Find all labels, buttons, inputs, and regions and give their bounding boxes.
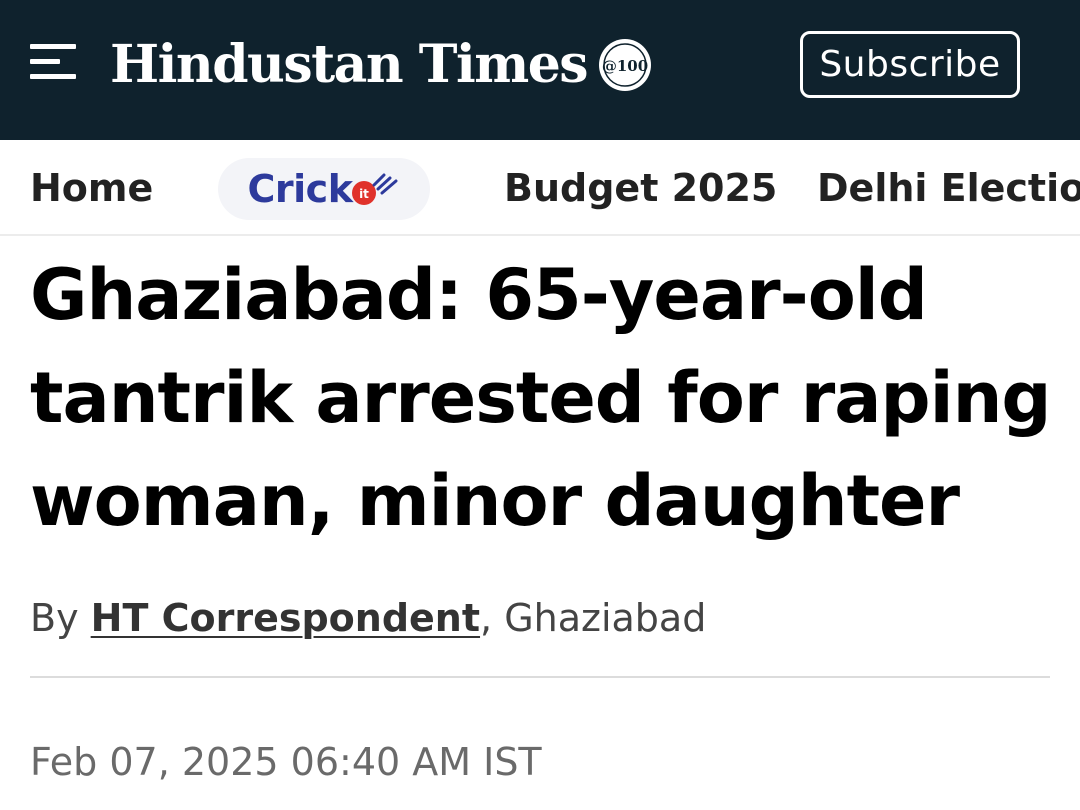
svg-text:it: it bbox=[360, 187, 370, 201]
byline-divider bbox=[30, 676, 1050, 678]
site-header: Hindustan Times @100 Subscribe bbox=[0, 0, 1080, 140]
subscribe-button[interactable]: Subscribe bbox=[800, 31, 1020, 98]
seal-text: @100 bbox=[602, 57, 648, 75]
site-logo[interactable]: Hindustan Times @100 bbox=[110, 30, 653, 100]
logo-text: Hindustan Times bbox=[110, 34, 589, 95]
cricket-ball-icon: it bbox=[352, 173, 398, 205]
nav-item-delhi-election[interactable]: Delhi Election bbox=[817, 140, 1080, 234]
byline-prefix: By bbox=[30, 596, 79, 640]
nav-item-budget-2025[interactable]: Budget 2025 bbox=[504, 140, 777, 234]
byline-location: , Ghaziabad bbox=[480, 596, 707, 640]
hamburger-menu-icon[interactable] bbox=[30, 44, 78, 80]
article-datetime: Feb 07, 2025 06:40 AM IST bbox=[30, 740, 542, 784]
nav-item-home[interactable]: Home bbox=[30, 140, 153, 234]
article-byline: By HT Correspondent, Ghaziabad bbox=[30, 592, 706, 644]
centenary-seal-icon: @100 bbox=[599, 39, 652, 91]
author-link[interactable]: HT Correspondent bbox=[91, 596, 480, 640]
nav-item-cricket[interactable]: Crick it bbox=[218, 158, 430, 220]
nav-item-cricket-label: Crick bbox=[247, 167, 353, 211]
article-headline: Ghaziabad: 65-year-old tantrik arrested … bbox=[30, 254, 1052, 542]
section-nav: Home Crick it Budget 2025 Delhi Election bbox=[0, 140, 1080, 236]
